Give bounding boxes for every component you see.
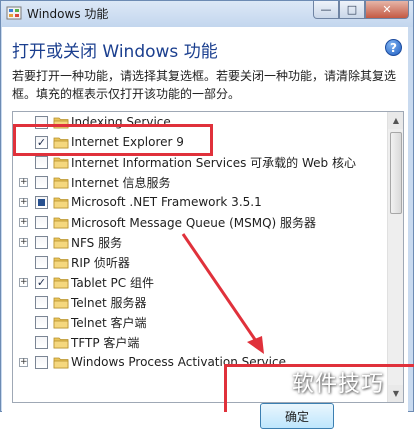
feature-checkbox[interactable]: ✓	[35, 275, 48, 289]
windows-features-dialog: Windows 功能 — □ ✕ 打开或关闭 Windows 功能 ? 若要打开…	[0, 0, 414, 429]
watermark: 软件技巧	[292, 372, 385, 397]
dialog-body: 打开或关闭 Windows 功能 ? 若要打开一种功能，请选择其复选框。若要关闭…	[2, 27, 408, 429]
feature-row[interactable]: TFTP 客户端	[13, 332, 387, 352]
expand-plus-icon[interactable]: +	[19, 197, 28, 207]
expand-plus-icon[interactable]: +	[19, 277, 28, 287]
folder-icon	[53, 337, 69, 348]
windows-features-icon	[6, 6, 22, 20]
close-button[interactable]: ✕	[365, 1, 409, 19]
folder-icon	[53, 237, 69, 248]
feature-label: RIP 侦听器	[71, 255, 130, 270]
expand-plus-icon[interactable]: +	[19, 177, 28, 187]
maximize-button[interactable]: □	[339, 1, 365, 19]
folder-icon	[53, 277, 69, 288]
vertical-scrollbar[interactable]: ▲ ▼	[387, 112, 403, 402]
window-title: Windows 功能	[27, 7, 109, 21]
title-bar[interactable]: Windows 功能 — □ ✕	[1, 1, 413, 27]
feature-row[interactable]: + NFS 服务	[13, 232, 387, 252]
feature-label: Telnet 客户端	[71, 315, 147, 330]
expand-plus-icon[interactable]: +	[19, 237, 28, 247]
feature-label: Telnet 服务器	[71, 295, 147, 310]
page-title: 打开或关闭 Windows 功能	[12, 42, 218, 62]
feature-label: NFS 服务	[71, 235, 123, 250]
feature-checkbox[interactable]	[35, 335, 48, 349]
feature-checkbox[interactable]	[35, 175, 48, 189]
folder-icon	[53, 157, 69, 168]
feature-checkbox[interactable]	[35, 315, 48, 329]
feature-label: Tablet PC 组件	[71, 275, 154, 290]
feature-row[interactable]: + ✓ Tablet PC 组件	[13, 272, 387, 292]
scroll-thumb[interactable]	[390, 132, 402, 214]
folder-icon	[53, 357, 69, 368]
feature-row[interactable]: + Microsoft Message Queue (MSMQ) 服务器	[13, 212, 387, 232]
feature-checkbox[interactable]	[35, 235, 48, 249]
folder-icon	[53, 257, 69, 268]
folder-icon	[53, 217, 69, 228]
feature-label: Microsoft Message Queue (MSMQ) 服务器	[71, 215, 317, 230]
feature-checkbox[interactable]	[35, 355, 48, 369]
feature-checkbox[interactable]	[35, 255, 48, 269]
feature-label: Microsoft .NET Framework 3.5.1	[71, 195, 262, 209]
feature-checkbox[interactable]	[35, 155, 48, 169]
help-icon[interactable]: ?	[385, 39, 402, 56]
feature-row[interactable]: Telnet 服务器	[13, 292, 387, 312]
folder-icon	[53, 197, 69, 208]
feature-checkbox[interactable]	[35, 195, 48, 209]
folder-icon	[53, 297, 69, 308]
ie-highlight-box	[13, 124, 213, 156]
feature-row[interactable]: Telnet 客户端	[13, 312, 387, 332]
description-text: 若要打开一种功能，请选择其复选框。若要关闭一种功能，请清除其复选框。填充的框表示…	[12, 69, 397, 101]
feature-row[interactable]: + Microsoft .NET Framework 3.5.1	[13, 192, 387, 212]
folder-icon	[53, 177, 69, 188]
feature-label: Internet 信息服务	[71, 175, 171, 190]
scroll-up-arrow-icon[interactable]: ▲	[388, 112, 403, 129]
expand-plus-icon[interactable]: +	[19, 217, 28, 227]
feature-row[interactable]: + Internet 信息服务	[13, 172, 387, 192]
feature-checkbox[interactable]	[35, 295, 48, 309]
feature-checkbox[interactable]	[35, 215, 48, 229]
feature-row[interactable]: RIP 侦听器	[13, 252, 387, 272]
minimize-button[interactable]: —	[313, 1, 339, 19]
feature-label: Internet Information Services 可承载的 Web 核…	[71, 155, 356, 170]
expand-plus-icon[interactable]: +	[19, 357, 28, 367]
folder-icon	[53, 317, 69, 328]
feature-label: TFTP 客户端	[71, 335, 140, 350]
